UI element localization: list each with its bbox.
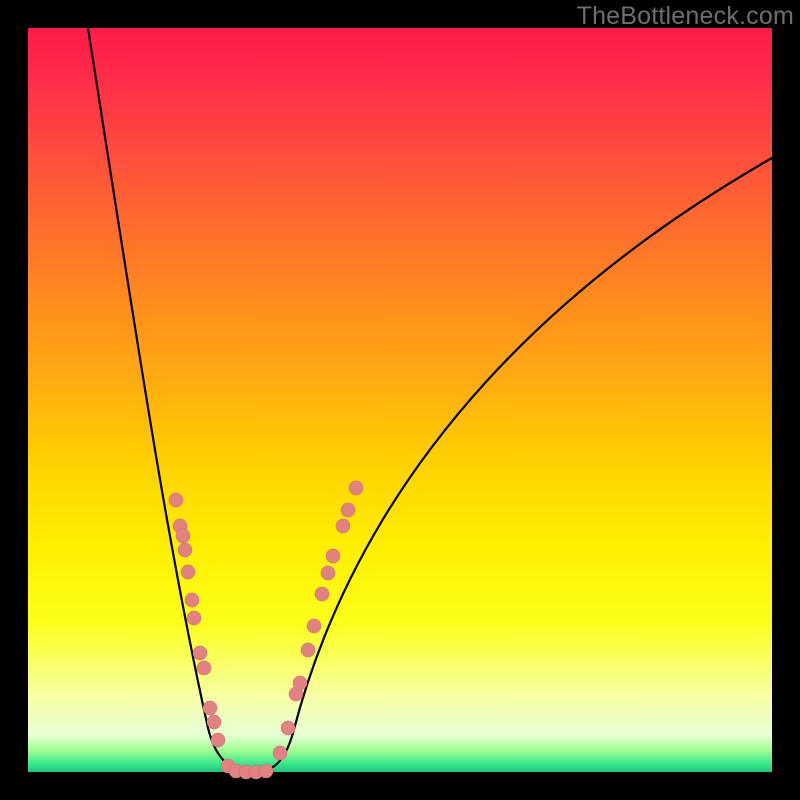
data-dot bbox=[341, 503, 355, 517]
data-dot bbox=[181, 565, 195, 579]
watermark-text: TheBottleneck.com bbox=[577, 2, 794, 31]
data-dot bbox=[185, 593, 199, 607]
data-dot bbox=[281, 721, 295, 735]
data-dot bbox=[178, 543, 192, 557]
data-dot bbox=[321, 566, 335, 580]
data-dot bbox=[301, 643, 315, 657]
data-dot bbox=[293, 676, 307, 690]
bottleneck-curve bbox=[88, 28, 772, 772]
data-dot bbox=[307, 619, 321, 633]
data-dot bbox=[326, 549, 340, 563]
data-dot bbox=[259, 764, 273, 778]
data-dot bbox=[315, 587, 329, 601]
data-dot bbox=[197, 661, 211, 675]
chart-frame bbox=[28, 28, 772, 772]
data-dot bbox=[187, 611, 201, 625]
data-dot bbox=[203, 701, 217, 715]
data-dot bbox=[273, 746, 287, 760]
chart-svg bbox=[28, 28, 772, 772]
dots-left-branch bbox=[169, 493, 235, 773]
data-dot bbox=[207, 715, 221, 729]
data-dot bbox=[169, 493, 183, 507]
data-dot bbox=[349, 481, 363, 495]
data-dot bbox=[176, 529, 190, 543]
data-dot bbox=[211, 733, 225, 747]
data-dot bbox=[336, 519, 350, 533]
data-dot bbox=[193, 646, 207, 660]
dots-bottom-branch bbox=[229, 764, 273, 779]
dots-right-branch bbox=[273, 481, 363, 760]
